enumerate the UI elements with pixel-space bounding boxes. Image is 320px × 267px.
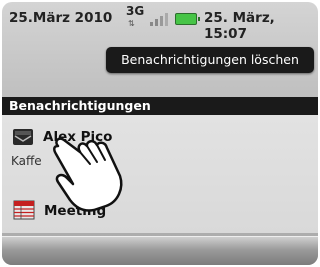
notification-item-meeting[interactable]: Meeting <box>2 187 318 227</box>
notification-item-alex-pico[interactable]: Alex Pico Kaffe <box>2 115 318 175</box>
mail-icon <box>13 129 33 145</box>
signal-strength-icon <box>150 13 168 26</box>
notifications-section-header: Benachrichtigungen <box>2 97 318 115</box>
clear-notifications-button[interactable]: Benachrichtigungen löschen <box>106 47 314 73</box>
notification-title: Meeting <box>44 203 107 219</box>
notification-title: Alex Pico <box>43 129 113 145</box>
notification-list: Alex Pico Kaffe Meeting <box>2 115 318 233</box>
status-bar[interactable]: 25.März 2010 3G ⇅ 25. März, 15:07 <box>2 2 318 42</box>
status-date-time: 25. März, 15:07 <box>204 10 275 42</box>
battery-icon <box>175 13 200 25</box>
network-type-label: 3G <box>126 4 145 18</box>
phone-screen: 25.März 2010 3G ⇅ 25. März, 15:07 Benach… <box>2 2 318 265</box>
notification-drawer-handle[interactable] <box>2 236 318 265</box>
notification-subtitle: Kaffe <box>11 154 42 168</box>
calendar-icon <box>13 200 35 220</box>
data-transfer-icon: ⇅ <box>128 19 136 28</box>
status-date: 25.März 2010 <box>9 10 113 26</box>
